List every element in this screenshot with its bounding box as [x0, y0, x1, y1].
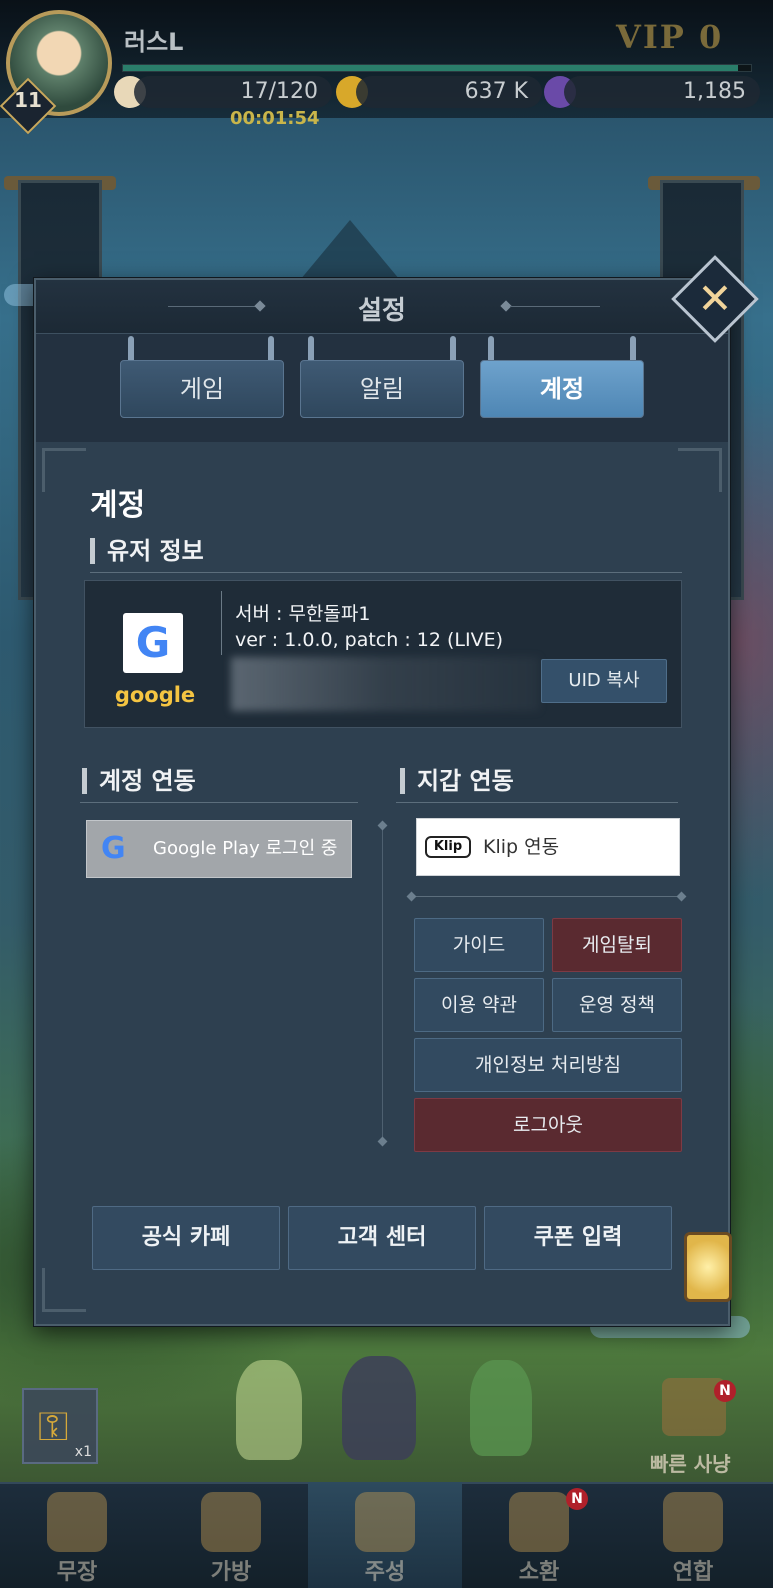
divider-dot: [377, 820, 388, 831]
vip-level[interactable]: VIP 0: [616, 18, 723, 56]
nav-label: 가방: [210, 1560, 252, 1585]
info-divider: [221, 591, 222, 655]
nav-item-summon[interactable]: 소환: [462, 1482, 616, 1588]
google-g-icon: G: [101, 831, 126, 866]
nav-label: 무장: [56, 1560, 98, 1585]
corner-ornament: [42, 448, 86, 492]
title-ornament: [510, 306, 600, 307]
gem-counter[interactable]: 1,185: [564, 76, 760, 108]
provider-label: google: [114, 683, 196, 707]
settings-dialog: 설정 게임 알림 계정 계정 유저 정보 G google 서버 : 무한돌파1…: [34, 278, 730, 1326]
nav-label: 주성: [364, 1560, 406, 1585]
quick-hunt-label[interactable]: 빠른 사냥: [650, 1448, 731, 1477]
divider-dot: [377, 1136, 388, 1147]
wallet-link-heading: 지갑 연동: [400, 768, 514, 794]
corner-ornament: [42, 1268, 86, 1312]
helmet-icon: [47, 1492, 107, 1552]
stamina-counter[interactable]: 17/120: [134, 76, 332, 108]
account-content: 계정 유저 정보 G google 서버 : 무한돌파1 ver : 1.0.0…: [36, 442, 728, 1324]
divider: [412, 896, 680, 897]
klip-link-button[interactable]: Klip Klip 연동: [416, 818, 680, 876]
policy-button[interactable]: 운영 정책: [552, 978, 682, 1032]
official-cafe-button[interactable]: 공식 카페: [92, 1206, 280, 1270]
hero-sprite: [236, 1360, 302, 1460]
klip-link-label: Klip 연동: [483, 836, 560, 858]
divider: [396, 802, 678, 803]
hero-sprite: [342, 1356, 416, 1460]
customer-center-button[interactable]: 고객 센터: [288, 1206, 476, 1270]
exp-bar-fill: [123, 65, 739, 71]
gem-value: 1,185: [683, 79, 746, 104]
withdraw-button[interactable]: 게임탈퇴: [552, 918, 682, 972]
castle-icon: [355, 1492, 415, 1552]
key-item-slot[interactable]: ⚿ x1: [22, 1388, 98, 1464]
player-name: 러스L: [124, 28, 184, 56]
banner-icon: [663, 1492, 723, 1552]
privacy-policy-button[interactable]: 개인정보 처리방침: [414, 1038, 682, 1092]
stamina-timer: 00:01:54: [230, 108, 320, 129]
notification-badge: N: [566, 1488, 588, 1510]
nav-item-castle[interactable]: 주성: [308, 1482, 462, 1588]
nav-item-bag[interactable]: 가방: [154, 1482, 308, 1588]
user-info-box: G google 서버 : 무한돌파1 ver : 1.0.0, patch :…: [84, 580, 682, 728]
tab-notification[interactable]: 알림: [300, 360, 464, 418]
hero-sprite: [470, 1360, 532, 1456]
gold-counter[interactable]: 637 K: [356, 76, 542, 108]
nav-item-hero[interactable]: 무장: [0, 1482, 154, 1588]
bag-icon: [201, 1492, 261, 1552]
logout-button[interactable]: 로그아웃: [414, 1098, 682, 1152]
divider-dot: [676, 891, 687, 902]
coupon-button[interactable]: 쿠폰 입력: [484, 1206, 672, 1270]
nav-label: 연합: [672, 1560, 714, 1585]
user-info-heading: 유저 정보: [90, 538, 204, 564]
klip-logo-icon: Klip: [425, 836, 471, 858]
server-info: 서버 : 무한돌파1: [235, 603, 371, 625]
nav-label: 소환: [518, 1560, 560, 1585]
player-level: 11: [14, 88, 42, 112]
section-title: 계정: [90, 488, 146, 523]
tab-game[interactable]: 게임: [120, 360, 284, 418]
uid-redacted: [231, 657, 539, 711]
dialog-header: 설정: [36, 280, 728, 334]
uid-copy-button[interactable]: UID 복사: [541, 659, 667, 703]
account-link-heading: 계정 연동: [82, 768, 196, 794]
lantern-decoration: [684, 1232, 732, 1302]
corner-ornament: [678, 448, 722, 492]
scroll-icon: [509, 1492, 569, 1552]
key-count: x1: [74, 1444, 92, 1460]
version-info: ver : 1.0.0, patch : 12 (LIVE): [235, 629, 504, 651]
stamina-value: 17/120: [240, 79, 318, 104]
guide-button[interactable]: 가이드: [414, 918, 544, 972]
google-play-login-label: Google Play 로그인 중: [153, 838, 338, 859]
divider: [90, 572, 682, 573]
tab-account[interactable]: 계정: [480, 360, 644, 418]
dialog-title: 설정: [358, 296, 406, 326]
column-divider: [382, 826, 383, 1142]
key-icon: ⚿: [38, 1404, 69, 1450]
nav-item-alliance[interactable]: 연합: [616, 1482, 770, 1588]
notification-badge: N: [714, 1380, 736, 1402]
google-logo-icon: G: [123, 613, 183, 673]
gold-value: 637 K: [464, 79, 528, 104]
close-icon[interactable]: ✕: [684, 268, 746, 330]
divider: [80, 802, 358, 803]
divider-dot: [406, 891, 417, 902]
terms-button[interactable]: 이용 약관: [414, 978, 544, 1032]
google-play-login-button[interactable]: G Google Play 로그인 중: [86, 820, 352, 878]
exp-bar: [122, 64, 752, 72]
